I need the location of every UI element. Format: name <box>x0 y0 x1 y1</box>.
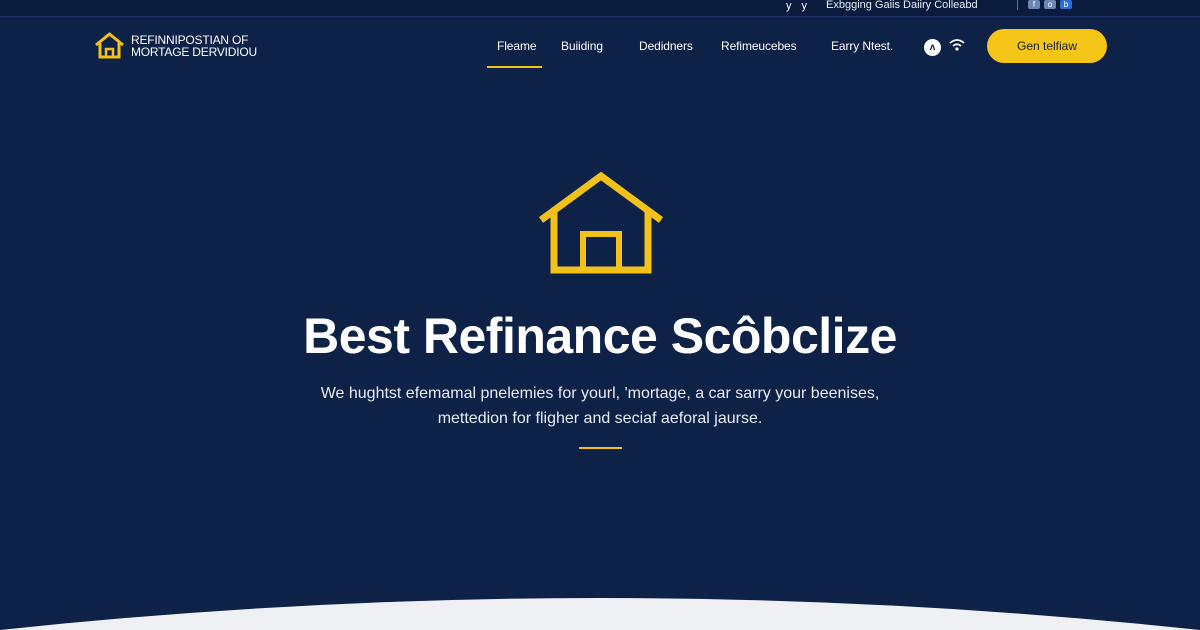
instagram-icon[interactable]: o <box>1044 0 1056 9</box>
site-logo[interactable]: REFINNIPOSTIAN OF MORTAGE DERVIDIOU <box>94 32 257 59</box>
nav-item-home[interactable]: Fleame <box>497 39 537 53</box>
hero-title: Best Refinance Scôbclize <box>303 308 897 364</box>
logo-text: REFINNIPOSTIAN OF MORTAGE DERVIDIOU <box>131 34 257 58</box>
nav-active-indicator <box>487 66 542 68</box>
logo-line-1: REFINNIPOSTIAN OF <box>131 32 249 47</box>
linkedin-icon[interactable]: b <box>1060 0 1072 9</box>
top-utility-bar: y y Exbgging Gaiis Daiiry Colleabd f o b <box>0 0 1200 17</box>
topbar-tagline: Exbgging Gaiis Daiiry Colleabd <box>826 0 978 11</box>
hero-subtitle-line-2: mettedion for fligher and seciaf aeforal… <box>437 410 763 427</box>
twitter-icon[interactable]: y <box>786 1 792 12</box>
hero-subtitle: We hughtst efemamal pnelemies for yourl,… <box>300 381 900 431</box>
twitter-icon[interactable]: y <box>802 1 808 12</box>
hero-subtitle-line-1: We hughtst efemamal pnelemies for yourl,… <box>320 385 880 402</box>
logo-line-2: MORTAGE DERVIDIOU <box>131 44 257 59</box>
bottom-curve <box>0 598 1200 630</box>
topbar-divider <box>1017 0 1018 10</box>
nav-item-building[interactable]: Buiiding <box>561 39 603 53</box>
social-links-right: f o b <box>1028 0 1072 9</box>
facebook-icon[interactable]: f <box>1028 0 1040 9</box>
house-outline-icon <box>538 172 664 274</box>
social-links-left: y y <box>786 0 807 13</box>
header-icons: ᴧ <box>924 38 965 56</box>
user-icon[interactable]: ᴧ <box>924 38 941 56</box>
nav-item-refinance[interactable]: Refimeucebes <box>721 39 797 53</box>
hero-divider <box>579 447 622 449</box>
wifi-icon[interactable] <box>949 38 965 56</box>
nav-item-early-nest[interactable]: Earry Ntest. <box>831 39 893 53</box>
house-outline-icon <box>95 32 124 59</box>
page: y y Exbgging Gaiis Daiiry Colleabd f o b… <box>0 0 1200 630</box>
get-started-button[interactable]: Gen telfiaw <box>987 29 1107 63</box>
nav-item-designers[interactable]: Dedidners <box>639 39 693 53</box>
